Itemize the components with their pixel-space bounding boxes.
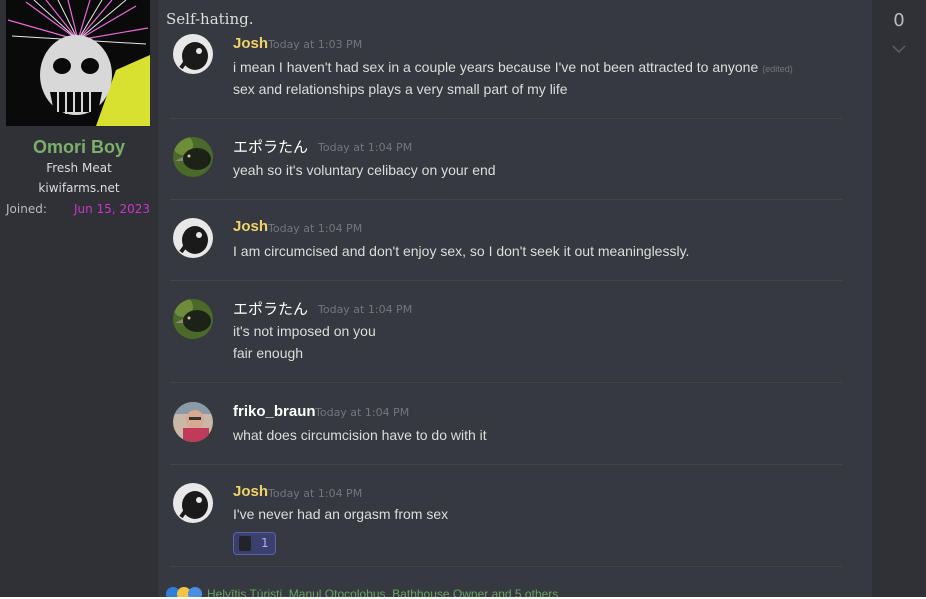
message-author[interactable]: エポラたん <box>233 298 308 319</box>
message-author[interactable]: エポラたん <box>233 136 308 157</box>
message-line: I've never had an orgasm from sex <box>233 506 449 522</box>
message-line: I am circumcised and don't enjoy sex, so… <box>233 243 690 259</box>
message-text: i mean I haven't had sex in a couple yea… <box>233 59 759 75</box>
post-title: Self-hating. <box>166 10 254 28</box>
user-avatar[interactable] <box>6 0 150 126</box>
message-reaction[interactable]: 1 <box>233 532 276 555</box>
message-timestamp: Today at 1:04 PM <box>318 141 413 154</box>
vote-column: 0 <box>872 0 926 599</box>
edited-tag: (edited) <box>762 64 793 74</box>
post-score: 0 <box>893 10 905 31</box>
message-line: sex and relationships plays a very small… <box>233 81 568 97</box>
message-line: i mean I haven't had sex in a couple yea… <box>233 59 793 75</box>
message-author[interactable]: Josh <box>233 483 268 500</box>
message-divider <box>170 464 842 465</box>
message-timestamp: Today at 1:04 PM <box>318 303 413 316</box>
user-title: Fresh Meat <box>46 161 112 175</box>
message-timestamp: Today at 1:04 PM <box>268 487 363 500</box>
message-author[interactable]: Josh <box>233 218 268 235</box>
user-site: kiwifarms.net <box>38 181 120 195</box>
message-author[interactable]: friko_braun <box>233 403 316 420</box>
message-divider <box>170 382 842 383</box>
message-divider <box>170 280 842 281</box>
message-line: yeah so it's voluntary celibacy on your … <box>233 162 496 178</box>
bird-avatar <box>173 299 213 339</box>
user-panel: Omori Boy Fresh Meat kiwifarms.net Joine… <box>0 0 158 599</box>
post-body: Self-hating. Josh Today at 1:03 PM i mea… <box>158 0 872 599</box>
message-divider <box>170 118 842 119</box>
josh-avatar <box>173 483 213 523</box>
message-line: it's not imposed on you <box>233 323 376 339</box>
message-author[interactable]: Josh <box>233 35 268 52</box>
joined-date: Jun 15, 2023 <box>73 202 150 216</box>
message-timestamp: Today at 1:04 PM <box>315 406 410 419</box>
reaction-emoji-icon <box>239 536 251 551</box>
chevron-down-icon[interactable] <box>872 42 926 56</box>
joined-label: Joined: <box>6 202 47 216</box>
message-line: fair enough <box>233 345 304 361</box>
josh-avatar <box>173 218 213 258</box>
message-line: what does circumcision have to do with i… <box>233 427 487 443</box>
josh-avatar <box>173 34 213 74</box>
message-timestamp: Today at 1:03 PM <box>268 38 363 51</box>
friko-avatar <box>173 402 213 442</box>
username[interactable]: Omori Boy <box>0 137 158 158</box>
bird-avatar <box>173 137 213 177</box>
message-divider <box>170 199 842 200</box>
message-divider <box>170 566 842 567</box>
message-timestamp: Today at 1:04 PM <box>268 222 363 235</box>
reaction-count: 1 <box>261 536 269 550</box>
